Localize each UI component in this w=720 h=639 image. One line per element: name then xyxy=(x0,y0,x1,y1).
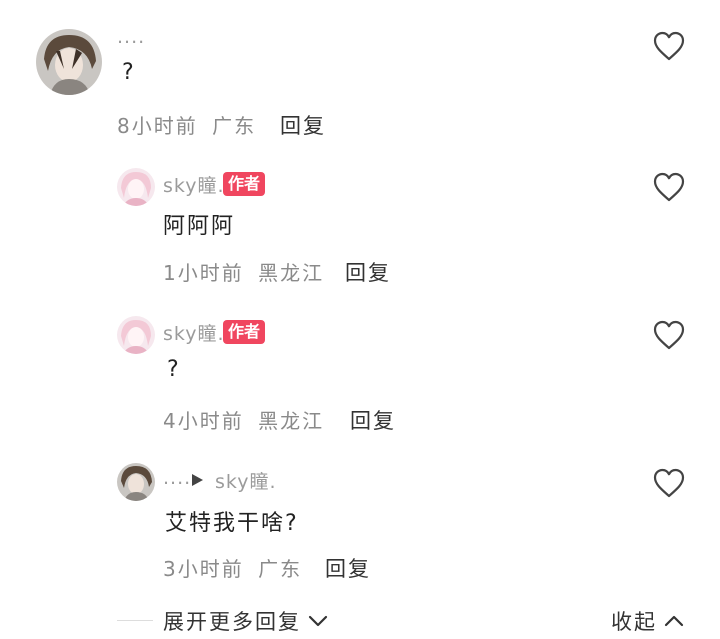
comment-location: 广东 xyxy=(212,114,257,138)
reply-text: 阿阿阿 xyxy=(163,214,236,239)
heart-outline-icon xyxy=(653,172,685,202)
reply-like-button[interactable] xyxy=(652,171,686,203)
reply-avatar[interactable] xyxy=(117,168,155,206)
heart-outline-icon xyxy=(653,31,685,61)
expand-label: 展开更多回复 xyxy=(163,610,301,634)
author-badge: 作者 xyxy=(223,320,266,344)
reply-like-button[interactable] xyxy=(652,319,686,351)
reply-text: ? xyxy=(167,357,181,382)
reply-avatar[interactable] xyxy=(117,316,155,354)
expand-divider xyxy=(117,620,153,621)
expand-more-replies-button[interactable]: 展开更多回复 xyxy=(163,606,329,636)
reply-meta: 1小时前 黑龙江 xyxy=(163,257,324,286)
reply-username[interactable]: sky瞳. xyxy=(163,171,225,198)
comment-time: 8小时前 xyxy=(117,114,198,138)
comment-avatar[interactable] xyxy=(36,29,102,95)
chevron-up-icon xyxy=(664,615,684,627)
author-badge: 作者 xyxy=(223,172,266,196)
reply-like-button[interactable] xyxy=(652,467,686,499)
reply-meta: 4小时前 黑龙江 xyxy=(163,405,324,434)
triangle-right-icon xyxy=(192,474,203,486)
comment-meta: 8小时前 广东 xyxy=(117,110,256,139)
reply-username[interactable]: .... xyxy=(163,467,191,489)
reply-location: 黑龙江 xyxy=(258,261,325,285)
reply-location: 黑龙江 xyxy=(258,409,325,433)
reply-reply-button[interactable]: 回复 xyxy=(350,405,396,435)
heart-outline-icon xyxy=(653,468,685,498)
reply-avatar[interactable] xyxy=(117,463,155,501)
collapse-label: 收起 xyxy=(611,610,657,634)
comment-username[interactable]: .... xyxy=(117,26,145,48)
comment-reply-button[interactable]: 回复 xyxy=(280,110,326,140)
reply-time: 4小时前 xyxy=(163,409,244,433)
reply-reply-button[interactable]: 回复 xyxy=(345,257,391,287)
reply-time: 1小时前 xyxy=(163,261,244,285)
reply-text: 艾特我干啥? xyxy=(165,511,299,536)
reply-time: 3小时前 xyxy=(163,557,244,581)
chevron-down-icon xyxy=(308,615,328,627)
reply-meta: 3小时前 广东 xyxy=(163,553,302,582)
heart-outline-icon xyxy=(653,320,685,350)
collapse-button[interactable]: 收起 xyxy=(611,606,685,636)
reply-location: 广东 xyxy=(258,557,303,581)
reply-reply-button[interactable]: 回复 xyxy=(325,553,371,583)
reply-to-username[interactable]: sky瞳. xyxy=(215,467,277,494)
comment-like-button[interactable] xyxy=(652,30,686,62)
comment-text: ? xyxy=(122,60,136,85)
reply-username[interactable]: sky瞳. xyxy=(163,319,225,346)
